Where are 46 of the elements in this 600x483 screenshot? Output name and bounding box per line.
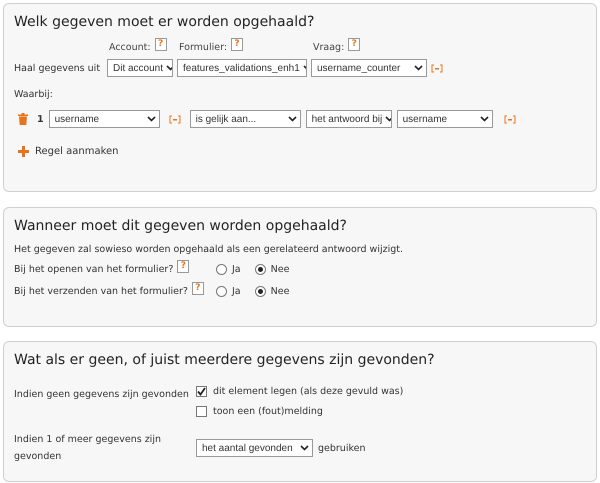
select-field[interactable]: het antwoord bij: [306, 110, 392, 128]
plus-icon[interactable]: [18, 146, 29, 157]
select-field[interactable]: Dit account: [107, 59, 173, 77]
chevron-icon: [414, 65, 423, 71]
where-label: Waarbij:: [14, 89, 54, 100]
column-label: Vraag:: [313, 42, 344, 53]
question-label: Bij het openen van het formulier?: [14, 264, 174, 275]
column-label: Account:: [109, 42, 151, 53]
radio-button[interactable]: [254, 264, 266, 275]
chevron-icon: [288, 116, 297, 122]
select-field[interactable]: username: [396, 110, 493, 128]
checkbox-label: toon een (fout)melding: [213, 406, 323, 417]
radio-label: Nee: [270, 264, 290, 275]
select-field[interactable]: features_validations_enh1: [177, 59, 307, 77]
checkbox[interactable]: [196, 386, 207, 397]
radio-button[interactable]: [254, 286, 266, 297]
select-field[interactable]: username_counter: [311, 59, 427, 77]
question-label: Bij het verzenden van het formulier?: [14, 286, 188, 297]
suffix-label: gebruiken: [318, 442, 366, 454]
add-rule-link[interactable]: Regel aanmaken: [35, 146, 118, 157]
section-title: Wat als er geen, of juist meerdere gegevens zijn gevonden?: [14, 352, 436, 368]
bracket-icon[interactable]: [431, 64, 443, 72]
chevron-icon: [480, 116, 489, 122]
row-label: Indien 1 of meer gegevens zijn gevonden: [14, 433, 162, 464]
radio-label: Ja: [232, 264, 241, 275]
radio-button[interactable]: [216, 286, 227, 297]
radio-label: Ja: [232, 286, 241, 297]
checkbox-label: dit element legen (als deze gevuld was): [213, 386, 404, 397]
chevron-icon: [300, 445, 309, 451]
description: Het gegeven zal sowieso worden opgehaald als een gerelateerd antwoord wijzigt.: [14, 244, 404, 255]
section-title: Welk gegeven moet er worden opgehaald?: [14, 14, 316, 30]
section-title: Wanneer moet dit gegeven worden opgehaald?: [14, 218, 348, 234]
radio-label: Nee: [270, 286, 290, 297]
bracket-icon[interactable]: [504, 114, 516, 124]
radio-button[interactable]: [216, 264, 227, 275]
chevron-icon: [146, 116, 156, 122]
select-field[interactable]: is gelijk aan...: [190, 110, 301, 128]
checkbox[interactable]: [196, 406, 207, 417]
trash-icon[interactable]: [18, 113, 28, 125]
select-field[interactable]: het aantal gevonden: [196, 439, 313, 457]
row-label: Indien geen gegevens zijn gevonden: [14, 388, 190, 402]
bracket-icon[interactable]: [168, 114, 181, 124]
row-label: Haal gegevens uit: [14, 62, 102, 74]
column-label: Formulier:: [179, 42, 228, 53]
select-field[interactable]: username: [48, 110, 160, 128]
row-number: 1: [37, 114, 44, 124]
